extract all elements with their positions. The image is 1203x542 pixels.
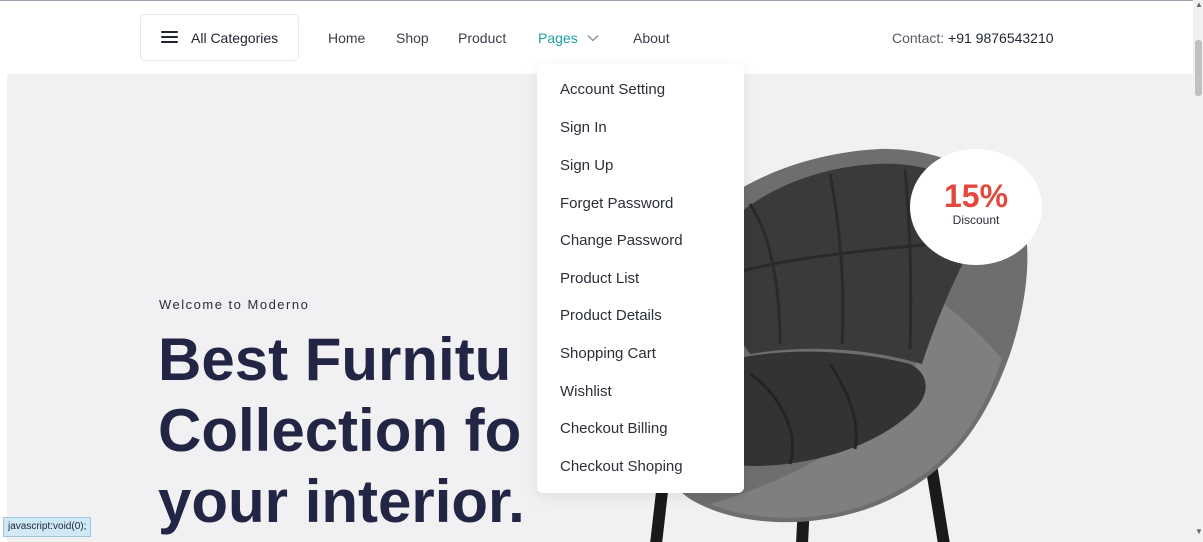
menu-item-checkout-shoping[interactable]: Checkout Shoping	[560, 458, 683, 475]
menu-item-sign-in[interactable]: Sign In	[560, 119, 607, 136]
menu-item-product-list[interactable]: Product List	[560, 270, 639, 287]
scrollbar-thumb[interactable]	[1195, 40, 1202, 96]
nav-about[interactable]: About	[633, 30, 670, 46]
menu-icon	[161, 31, 178, 44]
nav-product[interactable]: Product	[458, 30, 506, 46]
menu-item-checkout-billing[interactable]: Checkout Billing	[560, 420, 668, 437]
hero-headline-line-1: Best Furnitu	[158, 326, 512, 393]
nav-home[interactable]: Home	[328, 30, 365, 46]
scroll-down-arrow-icon[interactable]: ▼	[1195, 528, 1203, 536]
contact-label: Contact:	[892, 30, 945, 46]
discount-percent: 15%	[943, 178, 1009, 214]
menu-item-shopping-cart[interactable]: Shopping Cart	[560, 345, 656, 362]
discount-label: Discount	[952, 213, 1000, 227]
browser-status-bar: javascript:void(0);	[3, 517, 92, 537]
menu-item-account-setting[interactable]: Account Setting	[560, 81, 665, 98]
hero-welcome-text: Welcome to Moderno	[159, 297, 310, 312]
contact-info: Contact: +91 9876543210	[892, 30, 1054, 46]
menu-item-wishlist[interactable]: Wishlist	[560, 383, 612, 400]
discount-badge: 15% Discount	[910, 149, 1042, 265]
scroll-up-arrow-icon[interactable]: ▲	[1195, 1, 1203, 9]
chevron-down-icon[interactable]	[587, 33, 599, 43]
pages-dropdown-menu: Account Setting Sign In Sign Up Forget P…	[537, 64, 744, 493]
hero-headline: Best Furnitu Collection fo your interior…	[158, 324, 525, 537]
nav-shop[interactable]: Shop	[396, 30, 429, 46]
menu-item-sign-up[interactable]: Sign Up	[560, 157, 613, 174]
contact-phone[interactable]: +91 9876543210	[948, 30, 1054, 46]
all-categories-label: All Categories	[191, 30, 279, 46]
menu-item-change-password[interactable]: Change Password	[560, 232, 683, 249]
nav-pages[interactable]: Pages	[538, 30, 578, 46]
menu-item-forget-password[interactable]: Forget Password	[560, 195, 673, 212]
hero-headline-line-3: your interior.	[158, 468, 525, 535]
all-categories-button[interactable]: All Categories	[140, 14, 299, 61]
hero-headline-line-2: Collection fo	[158, 397, 522, 464]
menu-item-product-details[interactable]: Product Details	[560, 307, 662, 324]
